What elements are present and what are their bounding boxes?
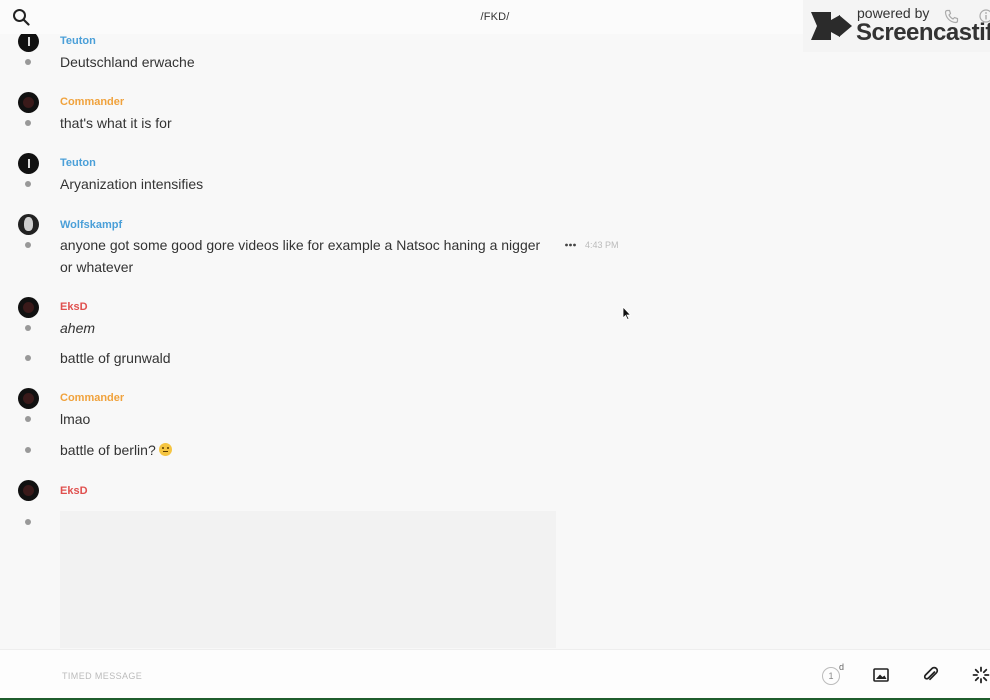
avatar[interactable]	[18, 31, 39, 52]
info-icon[interactable]	[979, 9, 990, 23]
message-text-row: battle of berlin?	[60, 439, 172, 461]
message-author[interactable]: Wolfskampf	[60, 219, 122, 231]
message-text: battle of berlin?	[60, 442, 156, 458]
avatar[interactable]	[18, 214, 39, 235]
paperclip-icon[interactable]	[922, 666, 940, 684]
phone-icon[interactable]	[944, 9, 959, 24]
avatar[interactable]	[18, 480, 39, 501]
timer-button[interactable]: 1 d	[822, 662, 846, 685]
image-icon[interactable]	[872, 666, 890, 684]
message-dot	[25, 355, 31, 361]
timer-value: 1	[822, 667, 840, 685]
message-author[interactable]: Commander	[60, 392, 124, 404]
avatar[interactable]	[18, 92, 39, 113]
message-timestamp: 4:43 PM	[585, 240, 619, 250]
message-author[interactable]: Teuton	[60, 157, 96, 169]
timer-unit: d	[839, 662, 845, 672]
message-text: Aryanization intensifies	[60, 176, 204, 192]
message-author[interactable]: EksD	[60, 485, 88, 497]
message-dot	[25, 325, 31, 331]
screencastify-logo-icon	[811, 12, 852, 40]
message-dot	[25, 519, 31, 525]
message-dot	[25, 181, 31, 187]
message-dot	[25, 242, 31, 248]
message-dot	[25, 59, 31, 65]
thinking-emoji-icon	[158, 443, 172, 456]
message-text: Deutschland erwache	[60, 54, 195, 70]
timed-message-input[interactable]	[60, 666, 584, 686]
message-dot	[25, 416, 31, 422]
avatar[interactable]	[18, 297, 39, 318]
message-text: that's what it is for	[60, 115, 172, 131]
message-text: lmao	[60, 411, 91, 427]
more-icon[interactable]	[565, 243, 576, 247]
avatar[interactable]	[18, 388, 39, 409]
loading-icon[interactable]	[972, 666, 990, 684]
message-text: ahem	[60, 320, 96, 336]
screencastify-watermark: powered by Screencastify	[803, 0, 990, 52]
mouse-cursor-icon	[622, 306, 631, 320]
message-author[interactable]: Commander	[60, 96, 124, 108]
message-composer: 1 d	[0, 649, 990, 699]
message-dot	[25, 120, 31, 126]
avatar[interactable]	[18, 153, 39, 174]
message-list: Teuton Deutschland erwache Commander tha…	[0, 0, 990, 648]
message-author[interactable]: Teuton	[60, 35, 96, 47]
message-text: anyone got some good gore videos like fo…	[60, 237, 541, 275]
message-dot	[25, 447, 31, 453]
watermark-brand: Screencastify	[856, 19, 990, 46]
message-author[interactable]: EksD	[60, 301, 88, 313]
image-attachment[interactable]	[60, 511, 556, 648]
message-text: battle of grunwald	[60, 350, 171, 366]
